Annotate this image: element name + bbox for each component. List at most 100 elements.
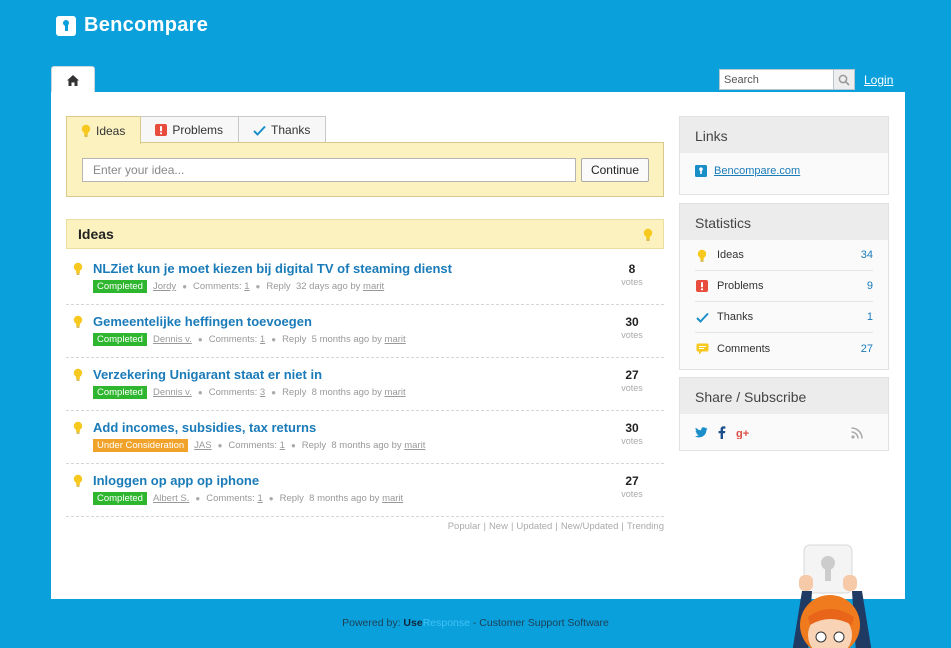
search-box [719,69,855,90]
tab-thanks[interactable]: Thanks [238,116,327,143]
sort-updated-link[interactable]: Updated [516,521,552,532]
bulb-icon [695,249,709,262]
comments-count-link[interactable]: 3 [260,387,265,398]
stat-row-comments[interactable]: Comments 27 [695,333,873,364]
sort-separator: | [510,521,514,532]
brand-logo-icon [695,165,707,177]
sort-new-link[interactable]: New [489,521,508,532]
idea-time: 32 days ago by [295,281,361,292]
votes: 8 votes [617,262,647,287]
meta-separator: ● [197,335,203,344]
votes-count: 8 [628,262,636,276]
search-input[interactable] [719,69,833,90]
comments-count-link[interactable]: 1 [257,493,262,504]
search-icon [838,74,850,86]
stat-label: Problems [717,280,764,292]
votes-count: 27 [625,368,639,382]
idea-meta: Completed Jordy ● Comments: 1 ● Reply 32… [93,280,384,293]
meta-separator: ● [182,282,188,291]
reply-link[interactable]: Reply [266,281,290,292]
idea-time: 8 months ago by [331,440,402,451]
status-badge: Completed [93,333,147,346]
author-link[interactable]: Albert S. [153,493,189,504]
meta-separator: ● [268,494,274,503]
idea-title-link[interactable]: Inloggen op app op iphone [93,473,259,488]
responder-link[interactable]: marit [382,493,403,504]
tab-problems[interactable]: Problems [140,116,240,143]
statistics-title: Statistics [680,204,888,240]
responder-link[interactable]: marit [385,387,406,398]
responder-link[interactable]: marit [404,440,425,451]
stat-row-problems[interactable]: Problems 9 [695,271,873,302]
comments-count-link[interactable]: 1 [280,440,285,451]
stat-value: 27 [860,342,873,355]
status-badge: Completed [93,386,147,399]
idea-meta: Completed Albert S. ● Comments: 1 ● Repl… [93,492,403,505]
stat-row-thanks[interactable]: Thanks 1 [695,302,873,333]
reply-link[interactable]: Reply [302,440,326,451]
bulb-icon [643,228,653,241]
links-item: Bencompare.com [680,153,888,189]
votes: 30 votes [617,315,647,340]
statistics-panel: Statistics Ideas 34 Problems 9 Thanks 1 … [679,203,889,370]
idea-input[interactable] [82,158,576,182]
sort-separator: | [621,521,624,532]
comments-count-link[interactable]: 1 [244,281,249,292]
tab-problems-label: Problems [172,123,224,137]
votes-label: votes [621,277,643,287]
author-link[interactable]: Jordy [153,281,176,292]
twitter-icon[interactable] [695,427,708,438]
idea-title-link[interactable]: Add incomes, subsidies, tax returns [93,420,316,435]
ideas-section-title: Ideas [78,226,114,242]
footer-prefix: Powered by: [342,617,401,629]
share-panel: Share / Subscribe g+ [679,377,889,451]
meta-separator: ● [195,494,201,503]
author-link[interactable]: JAS [194,440,211,451]
google-plus-icon[interactable]: g+ [736,427,752,439]
bulb-icon [73,421,83,434]
bulb-icon [73,315,83,328]
comments-count-link[interactable]: 1 [260,334,265,345]
bencompare-link[interactable]: Bencompare.com [714,165,800,177]
facebook-icon[interactable] [718,426,726,439]
reply-link[interactable]: Reply [282,334,306,345]
stat-label: Thanks [717,311,754,323]
idea-title-link[interactable]: Gemeentelijke heffingen toevoegen [93,314,312,329]
author-link[interactable]: Dennis v. [153,387,192,398]
comment-icon [695,343,709,355]
login-link[interactable]: Login [864,73,893,87]
responder-link[interactable]: marit [363,281,384,292]
continue-button[interactable]: Continue [581,158,649,182]
meta-separator: ● [217,441,223,450]
footer-brand-response[interactable]: Response [423,617,470,629]
stat-row-ideas[interactable]: Ideas 34 [695,240,873,271]
search-button[interactable] [833,69,855,90]
tab-ideas[interactable]: Ideas [66,116,142,144]
problem-icon [695,280,709,292]
sort-new-updated-link[interactable]: New/Updated [561,521,619,532]
sort-popular-link[interactable]: Popular [448,521,481,532]
sort-trending-link[interactable]: Trending [627,521,664,532]
footer-brand-use[interactable]: Use [403,617,422,629]
idea-row: Gemeentelijke heffingen toevoegen Comple… [66,305,664,358]
reply-link[interactable]: Reply [280,493,304,504]
idea-title-link[interactable]: NLZiet kun je moet kiezen bij digital TV… [93,261,452,276]
votes: 27 votes [617,368,647,393]
check-icon [695,312,709,323]
brand[interactable]: Bencompare [56,14,208,37]
stat-value: 34 [860,249,873,261]
bulb-icon [73,262,83,275]
responder-link[interactable]: marit [385,334,406,345]
idea-time: 8 months ago by [311,387,382,398]
idea-title-link[interactable]: Verzekering Unigarant staat er niet in [93,367,322,382]
reply-link[interactable]: Reply [282,387,306,398]
comments-label: Comments: [208,334,258,345]
brand-name: Bencompare [84,14,209,36]
home-tab[interactable] [51,66,95,93]
idea-row: Add incomes, subsidies, tax returns Unde… [66,411,664,464]
rss-icon[interactable] [851,426,863,439]
author-link[interactable]: Dennis v. [153,334,192,345]
home-icon [67,74,79,86]
comments-label: Comments: [208,387,258,398]
ideas-section-header: Ideas [66,219,664,249]
